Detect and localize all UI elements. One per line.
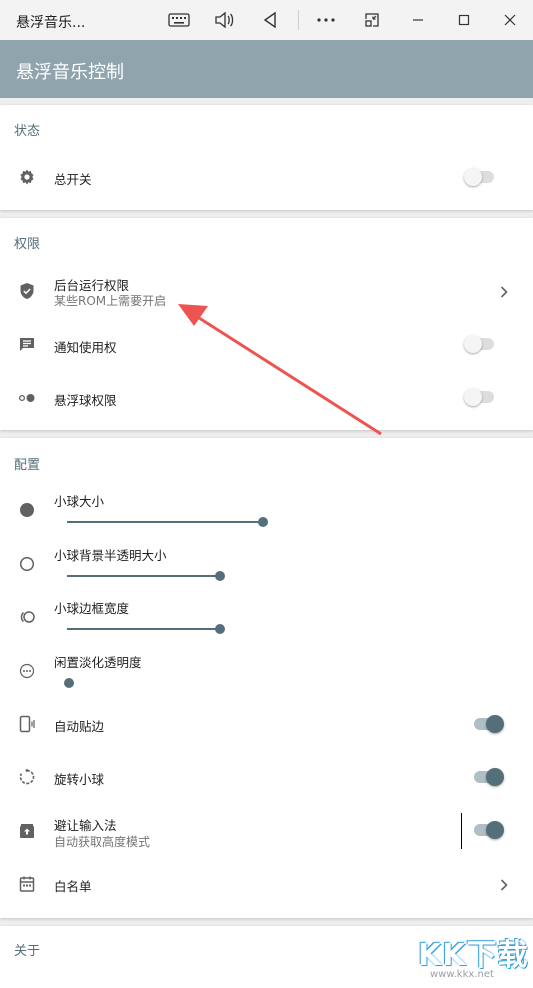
more-icon[interactable] [314, 8, 338, 32]
master-switch-toggle[interactable] [464, 168, 494, 186]
dotted-circle-icon [18, 662, 36, 680]
section-title-about: 关于 [14, 944, 41, 959]
section-title-config: 配置 [14, 458, 41, 473]
border-circle-icon [18, 608, 36, 626]
minimize-icon[interactable] [406, 8, 430, 32]
message-icon [18, 336, 36, 354]
auto-edge-toggle[interactable] [474, 715, 504, 733]
ball-bg-alpha-label: 小球背景半透明大小 [54, 548, 167, 563]
notification-permission-label: 通知使用权 [54, 340, 117, 355]
idle-fade-label: 闲置淡化透明度 [54, 655, 142, 670]
filled-circle-icon [18, 501, 36, 519]
volume-icon[interactable] [212, 8, 236, 32]
float-ball-permission-toggle[interactable] [464, 388, 494, 406]
close-icon[interactable] [498, 8, 522, 32]
back-icon[interactable] [258, 8, 282, 32]
whitelist-label: 白名单 [54, 879, 92, 894]
avoid-ime-sub: 自动获取高度模式 [54, 835, 151, 849]
keyboard-up-icon [18, 822, 36, 840]
permissions-card: 权限 后台运行权限 某些ROM上需要开启 通知使用权 悬浮球权限 [0, 218, 533, 430]
window-titlebar: 悬浮音乐... [0, 0, 533, 40]
text-cursor [461, 813, 462, 849]
shield-icon [18, 282, 36, 300]
toggle-dots-icon [18, 389, 36, 407]
ball-bg-alpha-slider[interactable] [67, 568, 307, 584]
avoid-ime-label: 避让输入法 [54, 818, 117, 833]
chevron-right-icon [497, 877, 511, 891]
gear-icon [18, 168, 36, 186]
keyboard-icon[interactable] [167, 8, 191, 32]
rotate-ball-toggle[interactable] [474, 768, 504, 786]
window-title: 悬浮音乐... [16, 15, 86, 31]
ball-border-slider[interactable] [67, 621, 307, 637]
ball-size-slider[interactable] [67, 514, 307, 530]
section-title-status: 状态 [14, 124, 41, 139]
section-title-permissions: 权限 [14, 237, 41, 252]
calendar-icon [18, 875, 36, 893]
config-card: 配置 小球大小 小球背景半透明大小 小球边框宽度 闲置淡化透明度 自动贴边 旋转… [0, 438, 533, 918]
float-ball-permission-label: 悬浮球权限 [54, 393, 117, 408]
master-switch-label: 总开关 [54, 172, 92, 187]
maximize-icon[interactable] [452, 8, 476, 32]
avoid-ime-toggle[interactable] [474, 821, 504, 839]
notification-permission-toggle[interactable] [464, 335, 494, 353]
watermark-logo: KK下载 [418, 938, 529, 973]
page-title: 悬浮音乐控制 [16, 62, 124, 83]
rotate-icon [18, 768, 36, 786]
ball-border-label: 小球边框宽度 [54, 601, 130, 616]
phone-edge-icon [18, 715, 36, 733]
chevron-right-icon [497, 284, 511, 298]
compact-mode-icon[interactable] [360, 8, 384, 32]
ball-size-label: 小球大小 [54, 494, 105, 509]
outline-circle-icon [18, 555, 36, 573]
watermark-url: www.kkx.net [430, 969, 494, 980]
background-permission-sub: 某些ROM上需要开启 [54, 294, 167, 308]
auto-edge-label: 自动贴边 [54, 719, 105, 734]
status-card: 状态 总开关 [0, 105, 533, 210]
titlebar-divider [298, 10, 299, 30]
rotate-ball-label: 旋转小球 [54, 772, 105, 787]
idle-fade-slider[interactable] [64, 675, 307, 691]
app-bar: 悬浮音乐控制 [0, 40, 533, 98]
